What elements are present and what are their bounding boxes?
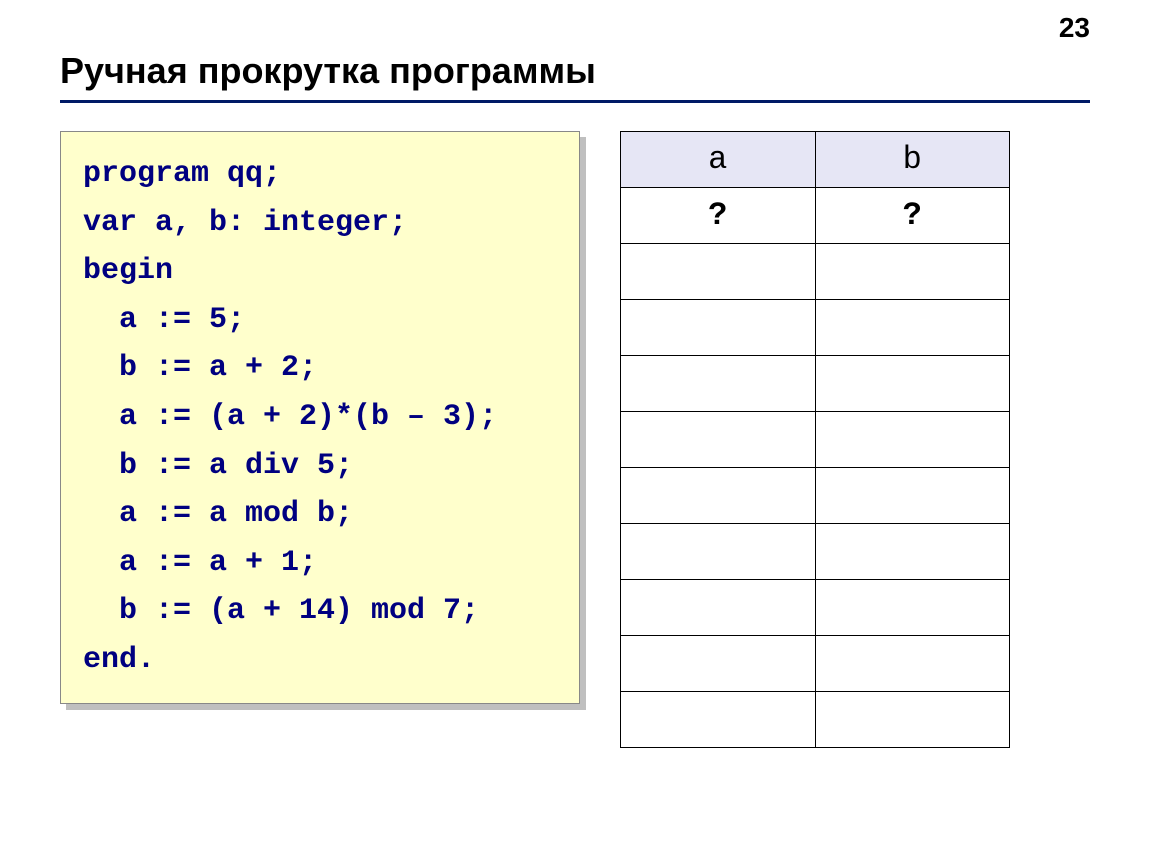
page-number: 23 (1059, 12, 1090, 44)
cell-a (621, 356, 816, 412)
cell-b (815, 580, 1010, 636)
cell-b (815, 636, 1010, 692)
code-line: a := (a + 2)*(b – 3); (83, 400, 497, 434)
table-row (621, 244, 1010, 300)
table-header-row: a b (621, 132, 1010, 188)
code-line: b := a + 2; (83, 351, 317, 385)
cell-b (815, 412, 1010, 468)
code-line: b := (a + 14) mod 7; (83, 594, 479, 628)
table-row (621, 636, 1010, 692)
table-row (621, 356, 1010, 412)
cell-a (621, 300, 816, 356)
table-row (621, 524, 1010, 580)
code-line: var a, b: integer; (83, 206, 407, 240)
cell-a: ? (621, 188, 816, 244)
title-underline (60, 100, 1090, 103)
table-row (621, 580, 1010, 636)
code-line: b := a div 5; (83, 449, 353, 483)
trace-table: a b ? ? (620, 131, 1010, 748)
table-header-b: b (815, 132, 1010, 188)
table-row (621, 468, 1010, 524)
table-row: ? ? (621, 188, 1010, 244)
table-row (621, 692, 1010, 748)
table-row (621, 412, 1010, 468)
code-line: a := a mod b; (83, 497, 353, 531)
cell-a (621, 468, 816, 524)
code-block: program qq; var a, b: integer; begin a :… (60, 131, 580, 704)
cell-a (621, 636, 816, 692)
cell-a (621, 580, 816, 636)
cell-a (621, 692, 816, 748)
code-line: a := a + 1; (83, 546, 317, 580)
cell-a (621, 524, 816, 580)
slide-title: Ручная прокрутка программы (60, 50, 1090, 92)
cell-b (815, 692, 1010, 748)
content-row: program qq; var a, b: integer; begin a :… (60, 131, 1090, 748)
cell-a (621, 244, 816, 300)
cell-b (815, 468, 1010, 524)
cell-b (815, 356, 1010, 412)
code-line: begin (83, 254, 173, 288)
cell-b (815, 244, 1010, 300)
code-line: a := 5; (83, 303, 245, 337)
code-line: program qq; (83, 157, 281, 191)
cell-a (621, 412, 816, 468)
code-line: end. (83, 643, 155, 677)
cell-b (815, 300, 1010, 356)
table-header-a: a (621, 132, 816, 188)
table-row (621, 300, 1010, 356)
cell-b: ? (815, 188, 1010, 244)
cell-b (815, 524, 1010, 580)
